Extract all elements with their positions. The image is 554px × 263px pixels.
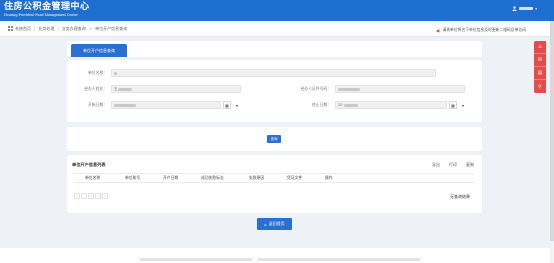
start-date-row: 开始日期： ▦ ▾ — [67, 101, 241, 109]
table-header: 单位名称 单位账号 开户日期 成功失败标志 失败原因 凭证文件 操作 — [74, 173, 474, 183]
chevron-down-icon[interactable]: ▾ — [233, 101, 241, 109]
unit-name-field[interactable] — [111, 69, 436, 77]
column-header[interactable]: 单位名称 — [74, 175, 114, 181]
user-menu[interactable]: ▾ — [512, 6, 537, 11]
start-date-field[interactable] — [111, 101, 221, 109]
search-button[interactable]: 查询 — [267, 135, 281, 143]
handler-name-value: 王 — [114, 87, 118, 91]
chevron-down-icon: ▾ — [535, 6, 537, 11]
handler-name-field[interactable]: 王 — [111, 85, 241, 93]
grid-icon — [8, 26, 13, 31]
home-icon: ⌂ — [264, 221, 267, 227]
breadcrumb-current: 单位开户信息查询 — [95, 25, 128, 31]
start-date-label: 开始日期： — [88, 102, 107, 107]
notice-text: 请贵单位将名下单位信息及时更新二维码及单位码 — [442, 27, 526, 32]
page-number-button[interactable]: 1 — [88, 193, 94, 199]
end-date-field[interactable]: 20 — [335, 101, 447, 109]
unit-name-row: 单位名称： — [67, 69, 436, 77]
brand-title: 住房公积金管理中心 — [4, 2, 90, 12]
side-toolbar: ⌂ ✉ ▤ ⚲ — [534, 41, 546, 93]
brand-subtitle: Housing Provident Fund Management Center — [4, 13, 78, 17]
pagination: « ‹ 1 › » — [74, 193, 108, 199]
search-icon[interactable]: ⚲ — [534, 80, 546, 93]
scrollbar-thumb[interactable] — [550, 21, 554, 241]
footer-text — [140, 258, 420, 261]
column-header[interactable]: 失败原因 — [238, 175, 276, 181]
results-panel: 单位开户信息列表 导出 打印 复制 单位名称 单位账号 开户日期 成功失败标志 … — [67, 155, 482, 213]
print-button[interactable]: 打印 — [449, 162, 457, 168]
results-title: 单位开户信息列表 — [72, 162, 106, 167]
breadcrumb-business[interactable]: 业务处理 — [38, 26, 54, 32]
user-icon — [512, 6, 517, 11]
footer — [0, 248, 554, 263]
tab-unit-account-query[interactable]: 单位开户信息查询 — [71, 44, 127, 57]
search-form: 单位名称： 经办人姓名： 王 经办人证件号码： 开始日期： ▦ ▾ 终止日期： … — [67, 60, 482, 122]
top-header-bar: 住房公积金管理中心 Housing Provident Fund Managem… — [0, 0, 554, 21]
handler-name-row: 经办人姓名： 王 — [67, 85, 241, 93]
column-header[interactable]: 操作 — [314, 175, 344, 181]
handler-name-label: 经办人姓名： — [84, 86, 107, 91]
handler-id-row: 经办人证件号码： — [285, 85, 465, 93]
breadcrumb-query[interactable]: 业务办理查询 — [62, 26, 86, 32]
calendar-icon[interactable]: ▦ — [449, 101, 457, 109]
search-bar: 查询 — [67, 127, 482, 151]
speaker-icon: ◀) — [435, 27, 441, 33]
end-date-value: 20 — [338, 103, 343, 107]
end-date-row: 终止日期： 20 ▦ ▾ — [291, 101, 467, 109]
first-page-button[interactable]: « — [74, 193, 80, 199]
breadcrumb-separator: > — [88, 26, 93, 31]
calendar-icon[interactable]: ▦ — [223, 101, 231, 109]
list-icon[interactable]: ▤ — [534, 67, 546, 80]
home-icon[interactable]: ⌂ — [534, 41, 546, 54]
export-button[interactable]: 导出 — [432, 162, 440, 168]
prev-page-button[interactable]: ‹ — [81, 193, 87, 199]
empty-results-text: 无查询结果 — [450, 194, 470, 199]
back-home-button[interactable]: ⌂ 返回首页 — [257, 218, 292, 230]
brand-logo: 住房公积金管理中心 Housing Provident Fund Managem… — [4, 2, 90, 17]
next-page-button[interactable]: › — [95, 193, 101, 199]
results-toolbar: 导出 打印 复制 — [432, 162, 474, 168]
breadcrumb-home[interactable]: 系统首页 — [15, 26, 31, 32]
notice-banner[interactable]: ◀) 请贵单位将名下单位信息及时更新二维码及单位码 — [436, 27, 526, 33]
chevron-down-icon[interactable]: ▾ — [459, 101, 467, 109]
breadcrumb-separator: | — [34, 26, 36, 31]
breadcrumb-separator: | — [57, 26, 59, 31]
copy-button[interactable]: 复制 — [466, 162, 474, 168]
column-header[interactable]: 成功失败标志 — [190, 175, 238, 181]
tab-bar: 单位开户信息查询 — [67, 41, 482, 57]
unit-name-label: 单位名称： — [88, 70, 107, 75]
handler-id-field[interactable] — [335, 85, 465, 93]
handler-id-label: 经办人证件号码： — [300, 86, 331, 91]
message-icon[interactable]: ✉ — [534, 54, 546, 67]
user-name — [519, 7, 534, 10]
column-header[interactable]: 凭证文件 — [276, 175, 314, 181]
column-header[interactable]: 开户日期 — [152, 175, 190, 181]
column-header[interactable]: 单位账号 — [114, 175, 152, 181]
last-page-button[interactable]: » — [102, 193, 108, 199]
end-date-label: 终止日期： — [312, 102, 331, 107]
back-home-label: 返回首页 — [268, 221, 285, 226]
